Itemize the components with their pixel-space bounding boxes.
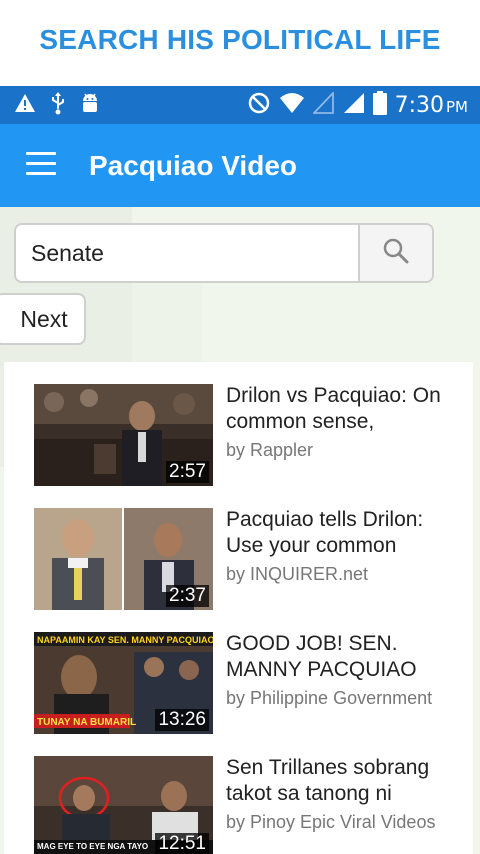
video-duration: 2:57: [166, 461, 209, 483]
video-duration: 2:37: [166, 585, 209, 607]
app-bar: Pacquiao Video: [0, 124, 480, 207]
signal-empty-icon: [311, 90, 335, 118]
signal-full-icon: [343, 92, 365, 118]
thumbnail-top-caption: NAPAAMIN KAY SEN. MANNY PACQUIAO: [37, 635, 213, 645]
video-item[interactable]: 2:37 Pacquiao tells Drilon: Use your com…: [4, 486, 473, 610]
video-thumbnail: MAG EYE TO EYE NGA TAYO 12:51: [34, 756, 213, 854]
video-item[interactable]: NAPAAMIN KAY SEN. MANNY PACQUIAO TUNAY N…: [4, 610, 473, 734]
video-list: 2:57 Drilon vs Pacquiao: On common sense…: [4, 362, 473, 854]
video-author: by INQUIRER.net: [226, 564, 369, 584]
video-author: by Rappler: [226, 440, 314, 460]
clock: 7:30 PM: [395, 93, 468, 118]
wifi-icon: [279, 92, 305, 118]
video-title: Drilon vs Pacquiao: On common sense,: [226, 384, 441, 433]
search-icon: [382, 237, 410, 269]
usb-icon: [50, 91, 66, 119]
app-title: Pacquiao Video: [89, 150, 297, 181]
video-item[interactable]: MAG EYE TO EYE NGA TAYO 12:51 Sen Trilla…: [4, 734, 473, 854]
video-title: Sen Trillanes sobrang takot sa tanong ni: [226, 756, 430, 805]
video-title: Pacquiao tells Drilon: Use your common: [226, 508, 424, 557]
video-title: GOOD JOB! SEN. MANNY PACQUIAO: [226, 632, 417, 681]
do-not-disturb-icon: [247, 91, 271, 119]
video-author: by Philippine Government: [226, 688, 433, 708]
next-button[interactable]: Next: [0, 293, 86, 345]
banner-text: SEARCH HIS POLITICAL LIFE: [39, 24, 441, 55]
video-thumbnail: 2:37: [34, 508, 213, 610]
thumbnail-bottom-caption: TUNAY NA BUMARIL: [37, 717, 136, 728]
video-thumbnail: 2:57: [34, 384, 213, 486]
video-author: by Pinoy Epic Viral Videos: [226, 812, 436, 832]
hamburger-menu-icon[interactable]: [26, 152, 56, 176]
promo-banner: SEARCH HIS POLITICAL LIFE: [0, 0, 480, 86]
clock-time: 7:30: [394, 92, 444, 118]
warning-icon: [14, 93, 36, 117]
battery-icon: [372, 91, 387, 119]
android-debug-icon: [80, 91, 100, 119]
video-thumbnail: NAPAAMIN KAY SEN. MANNY PACQUIAO TUNAY N…: [34, 632, 213, 734]
status-bar: 7:30 PM: [0, 86, 480, 124]
video-duration: 12:51: [155, 833, 209, 854]
video-item[interactable]: 2:57 Drilon vs Pacquiao: On common sense…: [4, 362, 473, 486]
thumbnail-bottom-caption: MAG EYE TO EYE NGA TAYO: [37, 842, 148, 851]
content-area: Next 2:57 Drilon vs Pacquiao:: [0, 207, 480, 854]
search-button[interactable]: [358, 225, 432, 281]
video-duration: 13:26: [155, 709, 209, 731]
search-input[interactable]: [16, 225, 358, 281]
search-bar: [14, 223, 434, 283]
clock-ampm: PM: [446, 97, 468, 116]
